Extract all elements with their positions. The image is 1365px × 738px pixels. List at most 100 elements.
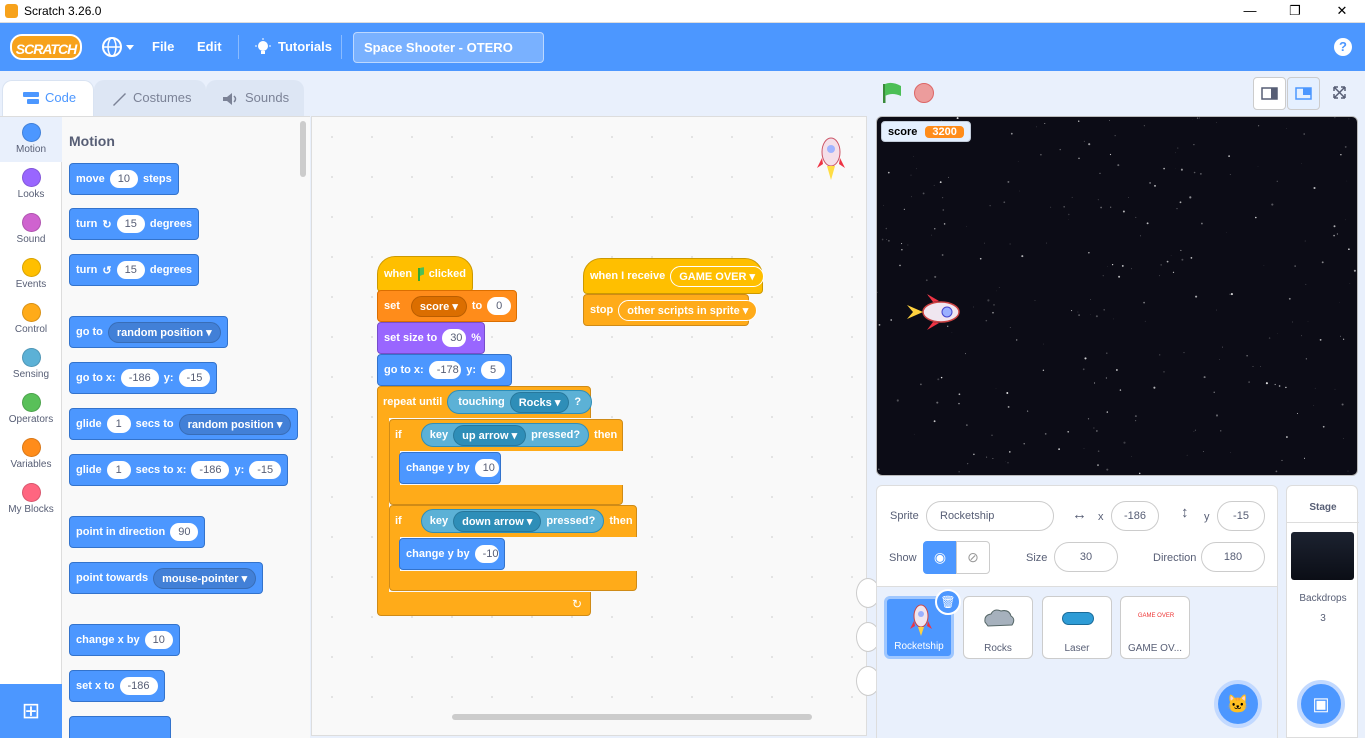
block-set-variable[interactable]: set score ▾ to 0 (377, 290, 517, 322)
delete-sprite-button[interactable]: 🗑 (935, 589, 961, 615)
block-turn-left[interactable]: turn ↺ 15 degrees (69, 254, 200, 286)
block-key-pressed[interactable]: key down arrow ▾ pressed? (420, 509, 605, 533)
block-when-i-receive[interactable]: when I receive GAME OVER ▾ (583, 258, 765, 294)
fullscreen-button[interactable] (1324, 77, 1357, 110)
tutorials-menu[interactable]: Tutorials (278, 39, 332, 54)
block-input[interactable]: 10 (474, 459, 499, 477)
y-input[interactable]: -15 (1217, 501, 1265, 531)
script-scrollbar[interactable] (452, 714, 812, 720)
palette-scrollbar[interactable] (300, 121, 306, 177)
file-menu[interactable]: File (152, 39, 174, 54)
tab-sounds[interactable]: Sounds (206, 80, 304, 116)
block-go-to-xy[interactable]: go to x: -178 y: 5 (377, 354, 512, 386)
block-when-flag-clicked[interactable]: when clicked (377, 256, 473, 292)
block-change-y[interactable]: change y by -10 (399, 538, 505, 570)
block-input[interactable]: -186 (119, 677, 158, 695)
block-glide-to-xy[interactable]: glide 1 secs to x: -186 y: -15 (69, 454, 289, 486)
block-stop[interactable]: stop other scripts in sprite ▾ (583, 294, 758, 326)
block-input[interactable]: 1 (106, 415, 131, 433)
stop-button[interactable] (914, 83, 934, 103)
language-menu[interactable] (101, 36, 135, 58)
category-variables[interactable]: Variables (0, 432, 62, 477)
block-dropdown[interactable]: down arrow ▾ (453, 510, 542, 532)
maximize-button[interactable]: ❐ (1285, 2, 1305, 20)
block-dropdown[interactable]: score ▾ (410, 295, 467, 317)
direction-input[interactable]: 180 (1201, 542, 1265, 572)
block-input[interactable]: 15 (116, 261, 145, 279)
block-input[interactable]: -186 (120, 369, 159, 387)
score-monitor[interactable]: score 3200 (881, 121, 971, 142)
block-input[interactable]: -178 (428, 361, 462, 379)
green-flag-button[interactable] (881, 82, 903, 104)
category-events[interactable]: Events (0, 252, 62, 297)
block-input[interactable]: 10 (144, 631, 173, 649)
block-dropdown[interactable]: mouse-pointer ▾ (153, 567, 257, 589)
category-looks[interactable]: Looks (0, 162, 62, 207)
category-control[interactable]: Control (0, 297, 62, 342)
show-hidden-button[interactable]: ⊘ (956, 541, 990, 574)
block-go-to[interactable]: go to random position ▾ (69, 316, 228, 348)
block-input[interactable]: 10 (109, 170, 138, 188)
block-input[interactable]: 90 (170, 523, 199, 541)
show-visible-button[interactable]: ◉ (923, 541, 957, 574)
block-glide-to[interactable]: glide 1 secs to random position ▾ (69, 408, 299, 440)
block-dropdown[interactable]: random position ▾ (178, 413, 292, 435)
choose-backdrop-button[interactable]: ▣ (1297, 680, 1345, 728)
close-button[interactable]: ✕ (1332, 2, 1352, 20)
choose-sprite-button[interactable]: 🐱 (1214, 680, 1262, 728)
block-change-x[interactable]: change x by 10 (69, 624, 180, 656)
block-set-size[interactable]: set size to 30% (377, 322, 485, 354)
block-input[interactable]: -10 (474, 545, 499, 563)
block-input[interactable]: -15 (178, 369, 211, 387)
category-operators[interactable]: Operators (0, 387, 62, 432)
dropdown-value: GAME OVER (679, 270, 747, 283)
rocketship-sprite[interactable] (903, 293, 963, 331)
block-dropdown[interactable]: Rocks ▾ (509, 391, 570, 413)
sprite-tile-game-over[interactable]: GAME OVER GAME OV... (1120, 596, 1190, 659)
block-point-direction[interactable]: point in direction 90 (69, 516, 206, 548)
scratch-logo[interactable]: SCRATCH (10, 34, 82, 60)
block-dropdown[interactable]: up arrow ▾ (453, 424, 527, 446)
minimize-button[interactable]: — (1240, 2, 1260, 20)
block-text: set size to (384, 332, 438, 344)
block-move-steps[interactable]: move 10 steps (69, 163, 179, 195)
sprite-name-input[interactable]: Rocketship (926, 501, 1054, 531)
small-stage-button[interactable] (1253, 77, 1286, 110)
block-set-x[interactable]: set x to -186 (69, 670, 165, 702)
block-dropdown[interactable]: other scripts in sprite ▾ (618, 299, 758, 321)
category-color-dot (21, 393, 41, 412)
block-dropdown[interactable]: random position ▾ (107, 321, 221, 343)
block-change-y[interactable]: change y by 10 (399, 452, 501, 484)
sprite-tile-laser[interactable]: Laser (1042, 596, 1112, 659)
tab-code[interactable]: Code (2, 80, 94, 116)
large-stage-button[interactable] (1287, 77, 1320, 110)
project-title-input[interactable]: Space Shooter - OTERO (353, 32, 544, 63)
help-icon[interactable]: ? (1334, 38, 1352, 56)
add-extension-button[interactable]: ⊞ (0, 684, 62, 738)
x-input[interactable]: -186 (1111, 501, 1159, 531)
category-motion[interactable]: Motion (0, 117, 62, 162)
category-sensing[interactable]: Sensing (0, 342, 62, 387)
stage-canvas[interactable] (876, 116, 1358, 476)
sprite-tile-rocks[interactable]: Rocks (963, 596, 1033, 659)
block-point-towards[interactable]: point towards mouse-pointer ▾ (69, 562, 264, 594)
block-input[interactable]: -186 (191, 461, 230, 479)
size-input[interactable]: 30 (1054, 542, 1118, 572)
block-input[interactable]: 1 (106, 461, 131, 479)
block-key-pressed[interactable]: key up arrow ▾ pressed? (420, 423, 590, 447)
edit-menu[interactable]: Edit (197, 39, 222, 54)
block-input[interactable]: -15 (249, 461, 282, 479)
block-input[interactable]: 0 (487, 297, 512, 315)
category-my-blocks[interactable]: My Blocks (0, 477, 62, 522)
tab-costumes[interactable]: Costumes (94, 80, 206, 116)
category-sound[interactable]: Sound (0, 207, 62, 252)
dropdown-value: random position (116, 326, 204, 339)
block-dropdown[interactable]: GAME OVER ▾ (670, 265, 765, 287)
block-partial[interactable] (69, 716, 171, 738)
block-touching[interactable]: touching Rocks ▾? (447, 390, 593, 414)
block-input[interactable]: 5 (481, 361, 505, 379)
block-input[interactable]: 15 (116, 215, 145, 233)
block-go-to-xy[interactable]: go to x: -186 y: -15 (69, 362, 218, 394)
block-input[interactable]: 30 (442, 329, 467, 347)
block-turn-right[interactable]: turn ↻ 15 degrees (69, 208, 200, 240)
